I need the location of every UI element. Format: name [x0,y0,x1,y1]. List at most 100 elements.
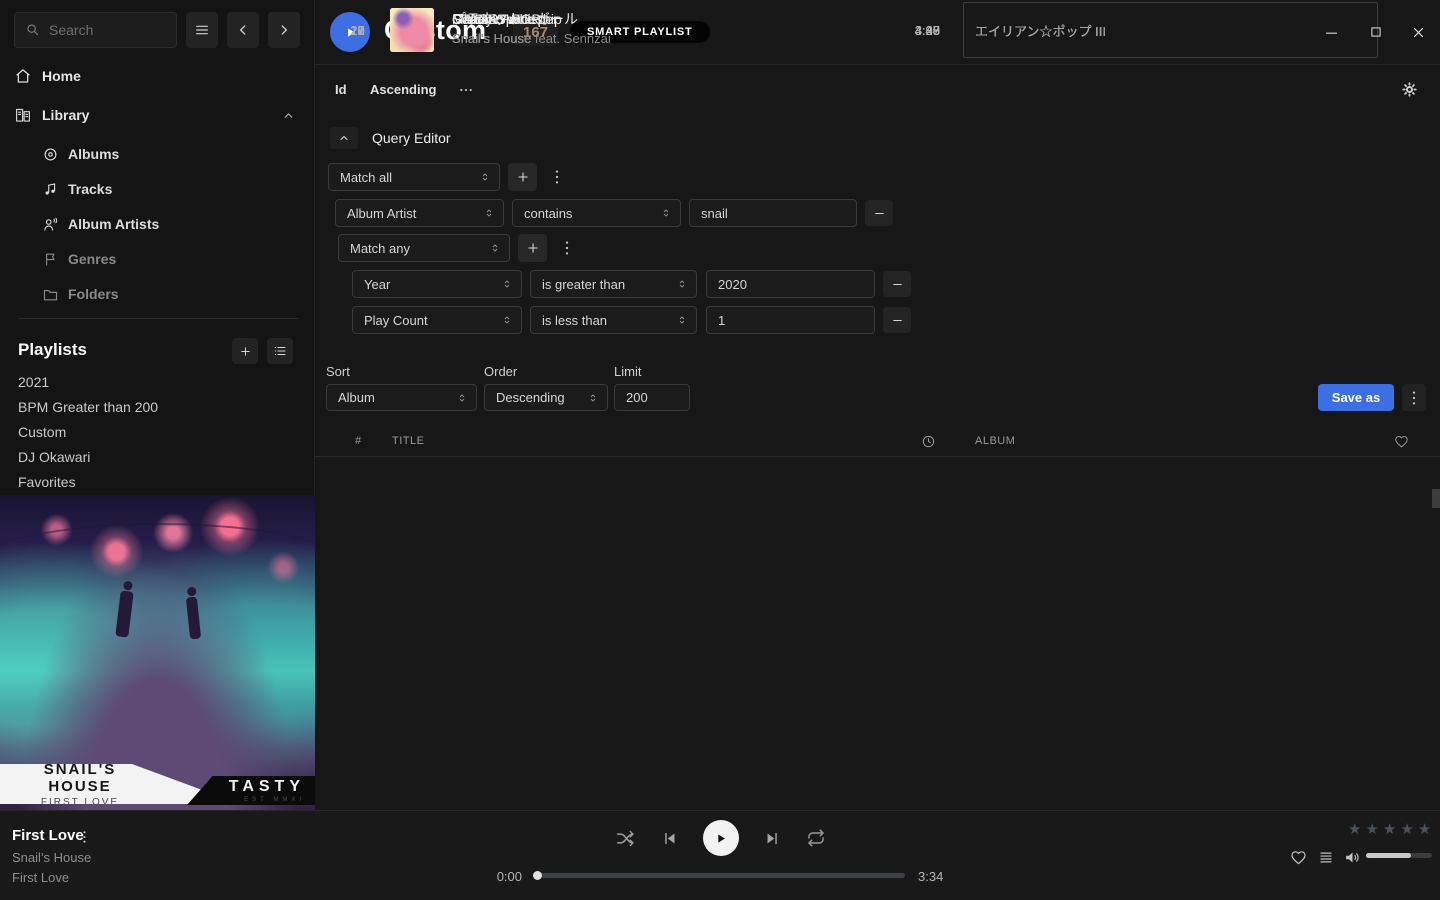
nav-forward-button[interactable] [268,12,300,48]
search-box[interactable] [14,12,177,48]
artwork-label-sub: EST MMXI [244,797,305,803]
volume-icon[interactable] [1344,849,1361,866]
sort-select[interactable]: Album [326,384,477,411]
window-minimize-button[interactable] [1322,23,1340,41]
sidebar-item-folders[interactable]: Folders [0,280,315,308]
updown-icon [456,391,468,405]
star-icon[interactable]: ★ [1383,820,1398,838]
updown-icon [479,170,491,184]
select-value: is less than [542,313,607,328]
remove-rule-button[interactable] [883,271,911,297]
seek-bar[interactable] [535,873,905,878]
sidebar-divider [18,318,298,319]
col-number[interactable]: # [355,435,362,447]
sidebar-item-albums[interactable]: Albums [0,140,315,168]
limit-input[interactable] [614,384,690,411]
order-select[interactable]: Descending [484,384,608,411]
artwork-label-banner: TASTY EST MMXI [187,776,315,805]
updown-icon [587,391,599,405]
rule-operator-select[interactable]: is greater than [530,270,697,298]
volume-fill [1366,853,1411,858]
scrollbar-thumb[interactable] [1432,489,1440,508]
playlist-item[interactable]: Custom [18,420,278,444]
track-row[interactable]: 22 STARRY POPSnail’s House 4:28 エイリアン☆ポッ… [315,0,1440,60]
rule-operator-select[interactable]: is less than [530,306,697,334]
seek-thumb[interactable] [533,871,542,880]
search-input[interactable] [49,22,159,38]
playlist-item[interactable]: Favorites [18,470,278,494]
sidebar-item-tracks[interactable]: Tracks [0,175,315,203]
rule-value-input[interactable] [706,270,875,298]
save-as-button[interactable]: Save as [1318,384,1394,411]
queue-icon[interactable] [1318,850,1334,865]
playlists-heading: Playlists [18,340,87,360]
music-note-icon [42,181,59,198]
sidebar-item-library[interactable]: Library [0,101,315,129]
query-editor-collapse-button[interactable] [330,127,358,149]
next-button[interactable] [764,830,781,847]
search-icon [25,22,41,38]
window-close-button[interactable] [1409,23,1427,41]
sidebar-item-genres[interactable]: Genres [0,245,315,273]
sidebar-item-album-artists[interactable]: Album Artists [0,210,315,238]
select-value: Descending [496,390,565,405]
sort-field-button[interactable]: Id [335,82,347,97]
window-maximize-button[interactable] [1367,23,1385,41]
playlist-list-button[interactable] [267,338,293,364]
star-icon[interactable]: ★ [1400,820,1415,838]
rule-field-select[interactable]: Play Count [352,306,522,334]
previous-button[interactable] [661,830,678,847]
chevron-up-icon [338,132,350,144]
nav-back-button[interactable] [227,12,259,48]
add-rule-button[interactable] [518,234,547,262]
remove-rule-button[interactable] [883,307,911,333]
col-title[interactable]: TITLE [392,435,424,447]
group-kebab-icon[interactable] [559,237,575,259]
heart-column-icon[interactable] [1394,434,1409,449]
chevron-up-icon[interactable] [282,109,295,122]
sidebar-item-label: Genres [68,251,116,267]
plus-icon [516,170,530,184]
artwork-artist: SNAIL'S HOUSE [20,761,140,795]
list-icon [273,344,287,358]
more-options-icon[interactable] [458,85,474,95]
rule-operator-select[interactable]: contains [512,199,681,227]
select-value: is greater than [542,277,625,292]
match-mode-select[interactable]: Match any [338,234,510,262]
star-icon[interactable]: ★ [1348,820,1363,838]
add-playlist-button[interactable] [232,338,258,364]
shuffle-button[interactable] [615,828,636,849]
col-album[interactable]: ALBUM [975,435,1015,447]
order-label: Order [484,364,517,379]
repeat-button[interactable] [806,828,826,848]
albums-icon [42,146,59,163]
playlist-item[interactable]: DJ Okawari [18,445,278,469]
rule-value-input[interactable] [706,306,875,334]
star-icon[interactable]: ★ [1418,820,1433,838]
clock-icon[interactable] [921,434,936,449]
sidebar-item-label: Library [42,107,89,123]
volume-slider[interactable] [1366,853,1432,858]
sort-direction-button[interactable]: Ascending [370,82,436,97]
remove-rule-button[interactable] [865,200,893,226]
play-pause-button[interactable] [703,820,739,856]
playlist-item[interactable]: 2021 [18,370,278,394]
playlist-item[interactable]: BPM Greater than 200 [18,395,278,419]
minus-icon [873,207,886,220]
match-mode-select[interactable]: Match all [328,163,500,191]
rating-stars[interactable]: ★★★★★ [1348,820,1433,838]
add-rule-button[interactable] [508,163,537,191]
save-options-kebab[interactable] [1402,384,1426,411]
sidebar-item-home[interactable]: Home [0,62,315,90]
star-icon[interactable]: ★ [1365,820,1380,838]
favorite-heart-icon[interactable] [1290,849,1307,866]
library-icon [14,106,32,124]
rule-field-select[interactable]: Album Artist [335,199,504,227]
menu-button[interactable] [186,12,218,48]
rule-value-input[interactable] [689,199,857,227]
updown-icon [501,313,513,327]
rule-field-select[interactable]: Year [352,270,522,298]
track-artist: Snail’s House [452,29,852,49]
settings-gear-icon[interactable] [1401,81,1418,98]
group-kebab-icon[interactable] [549,166,565,188]
